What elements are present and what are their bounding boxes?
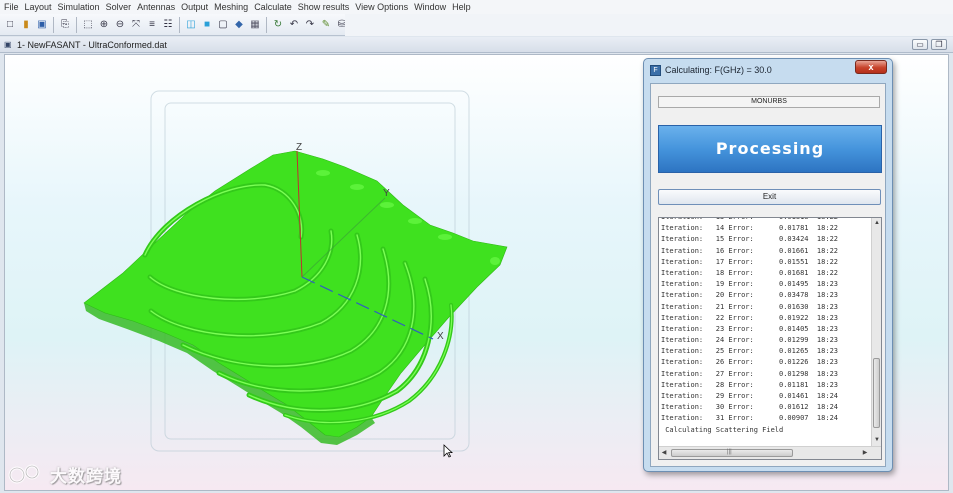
surface-body [83,150,508,438]
method-label: MONURBS [658,96,880,108]
log-line: Iteration: 24 Error: 0.01299 18:23 [661,336,839,345]
zoom-box-icon[interactable]: ⬚ [81,18,95,32]
save-icon[interactable]: ▣ [35,18,49,32]
box-solid-icon[interactable]: ■ [200,18,214,32]
log-horizontal-scroll-thumb[interactable] [671,449,793,457]
toolbar-separator [76,16,77,33]
calculating-dialog: F Calculating: F(GHz) = 30.0 x MONURBS P… [643,58,893,472]
scroll-up-icon[interactable]: ▲ [872,219,881,227]
log-line: Iteration: 31 Error: 0.00907 18:24 [661,414,839,423]
surface-icon[interactable]: ◆ [232,18,246,32]
log-line: Calculating Scattering Field [661,425,784,434]
log-line: Iteration: 23 Error: 0.01405 18:23 [661,324,839,333]
z-axis-label: Z [296,142,302,153]
pan-right-icon[interactable]: ↷ [303,18,317,32]
document-titlebar: ▣ 1- NewFASANT - UltraConformed.dat ▭ ❐ [0,37,953,53]
open-file-icon[interactable]: ▮ [19,18,33,32]
menu-window[interactable]: Window [411,0,449,14]
zoom-out-icon[interactable]: ⊖ [113,18,127,32]
menu-view-options[interactable]: View Options [352,0,411,14]
scroll-grip: ||| [727,449,732,455]
rotate-icon[interactable]: ↻ [271,18,285,32]
log-lines: Iteration: 13 Error: 0.01818 18:22 Iterat… [659,218,873,442]
log-line: Iteration: 30 Error: 0.01612 18:24 [661,403,839,412]
new-document-icon[interactable]: ⎘ [58,18,72,32]
new-file-icon[interactable]: □ [3,18,17,32]
log-line: Iteration: 19 Error: 0.01495 18:23 [661,280,839,289]
view-3d-icon[interactable]: ◫ [184,18,198,32]
zoom-in-icon[interactable]: ⊕ [97,18,111,32]
log-vertical-scrollbar[interactable]: ▲ ▼ [871,218,881,446]
toolbar-separator [179,16,180,33]
processing-status: Processing [658,125,882,173]
log-line: Iteration: 14 Error: 0.01781 18:22 [661,224,839,233]
dialog-titlebar[interactable]: F Calculating: F(GHz) = 30.0 x [644,59,892,81]
pan-left-icon[interactable]: ↶ [287,18,301,32]
watermark: 大数跨境 [8,462,122,487]
log-line: Iteration: 26 Error: 0.01226 18:23 [661,358,839,367]
log-line: Iteration: 25 Error: 0.01265 18:23 [661,347,839,356]
log-line: Iteration: 28 Error: 0.01181 18:23 [661,380,839,389]
close-button[interactable]: x [855,60,887,74]
iteration-log[interactable]: Iteration: 13 Error: 0.01818 18:22 Iterat… [658,217,882,460]
menu-show-results[interactable]: Show results [295,0,353,14]
menu-layout[interactable]: Layout [22,0,55,14]
tools-icon[interactable]: ✎ [319,18,333,32]
toolbar-empty-area [345,14,953,36]
scroll-left-icon[interactable]: ◀ [659,449,669,457]
log-line: Iteration: 18 Error: 0.01681 18:22 [661,268,839,277]
menu-output[interactable]: Output [178,0,211,14]
log-horizontal-scrollbar[interactable]: ◀ ||| ▶ [659,446,881,459]
layers-icon[interactable]: ≡ [145,18,159,32]
mouse-cursor-icon [443,444,453,458]
log-vertical-scroll-thumb[interactable] [873,358,880,428]
menu-solver[interactable]: Solver [103,0,135,14]
menu-meshing[interactable]: Meshing [211,0,251,14]
restore-window-button[interactable]: ▭ [912,39,928,50]
exit-button[interactable]: Exit [658,189,881,205]
menu-file[interactable]: File [1,0,22,14]
scroll-right-icon[interactable]: ▶ [860,449,870,457]
object-tree-icon[interactable]: ☷ [161,18,175,32]
toolbar: □ ▮ ▣ ⎘ ⬚ ⊕ ⊖ ⤧ ≡ ☷ ◫ ■ ▢ ◆ ▦ ↻ ↶ ↷ ✎ ⛁ [0,14,953,36]
dialog-client-area: MONURBS Processing Exit Iteration: 13 Er… [650,83,886,467]
app-icon: F [650,65,661,76]
toolbar-separator [266,16,267,33]
toolbar-separator [53,16,54,33]
ultraconformed-surface [83,150,508,445]
watermark-logo-icon [8,464,40,484]
menu-antennas[interactable]: Antennas [134,0,178,14]
log-line: Iteration: 16 Error: 0.01661 18:22 [661,246,839,255]
log-line: Iteration: 20 Error: 0.03478 18:23 [661,291,839,300]
scroll-down-icon[interactable]: ▼ [872,436,881,444]
menu-help[interactable]: Help [449,0,474,14]
document-icon: ▣ [4,39,12,49]
box-wire-icon[interactable]: ▢ [216,18,230,32]
log-line: Iteration: 17 Error: 0.01551 18:22 [661,257,839,266]
log-line: Iteration: 27 Error: 0.01298 18:23 [661,369,839,378]
log-line: Iteration: 22 Error: 0.01922 18:23 [661,313,839,322]
log-line: Iteration: 29 Error: 0.01461 18:24 [661,392,839,400]
menu-bar: File Layout Simulation Solver Antennas Output… [0,0,953,14]
maximize-window-button[interactable]: ❐ [931,39,947,50]
log-line: Iteration: 15 Error: 0.03424 18:22 [661,235,839,244]
fit-view-icon[interactable]: ⤧ [129,18,143,32]
menu-calculate[interactable]: Calculate [251,0,295,14]
y-axis-label: Y [383,188,390,199]
watermark-text: 大数跨境 [50,466,122,487]
document-title: 1- NewFASANT - UltraConformed.dat [17,39,167,50]
log-line: Iteration: 21 Error: 0.01630 18:23 [661,302,839,311]
mesh-icon[interactable]: ▦ [248,18,262,32]
dialog-title: Calculating: F(GHz) = 30.0 [665,65,772,75]
x-axis-label: X [437,331,444,342]
menu-simulation[interactable]: Simulation [55,0,103,14]
